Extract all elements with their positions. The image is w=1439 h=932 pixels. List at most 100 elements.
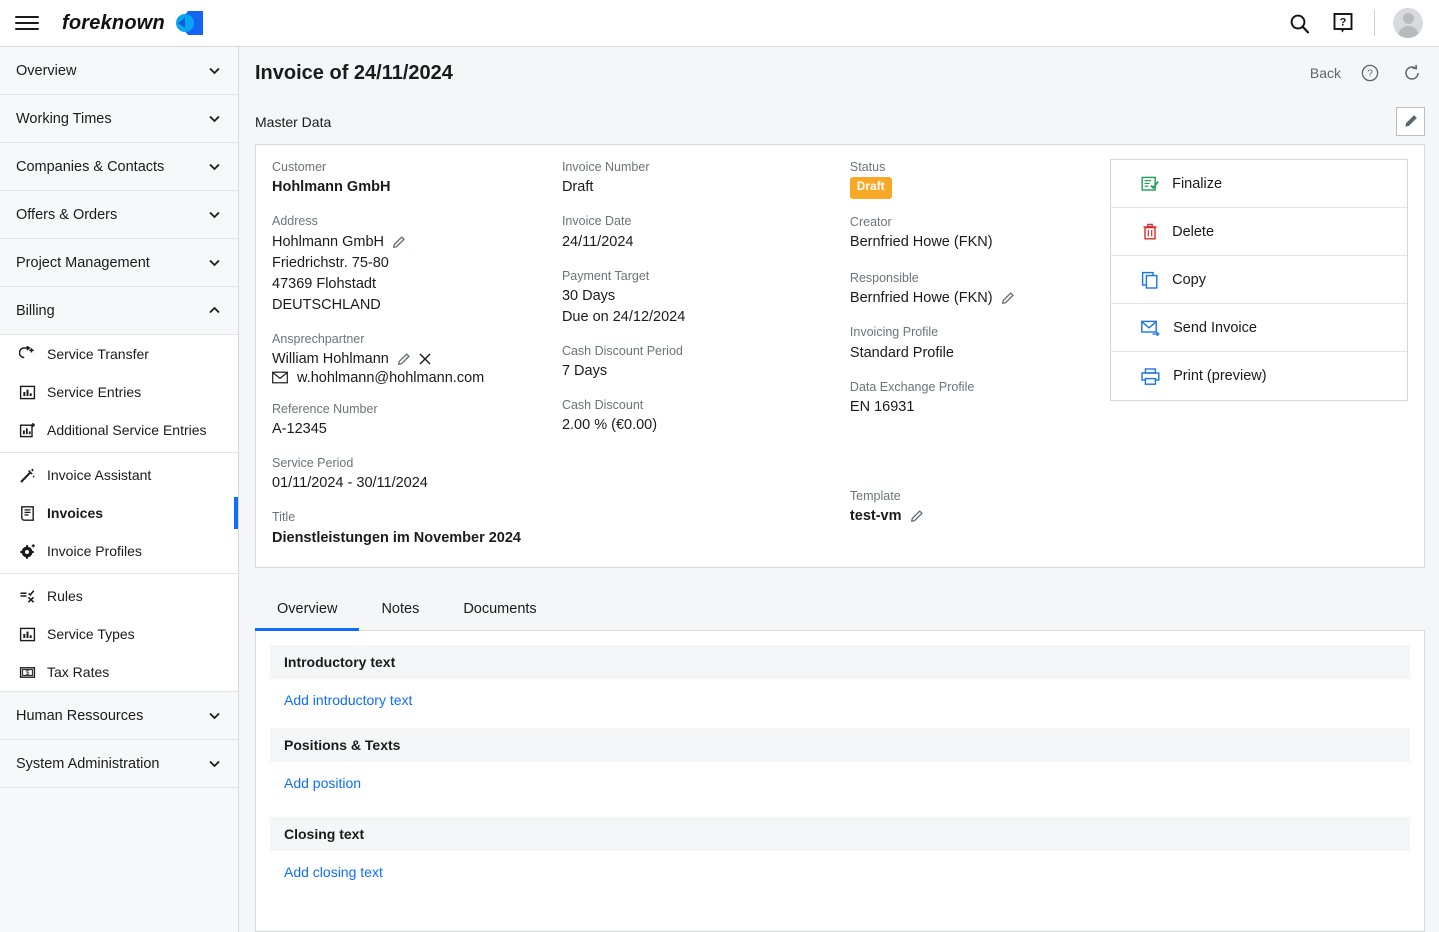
sidebar-group-overview[interactable]: Overview bbox=[0, 47, 238, 95]
mail-icon bbox=[272, 371, 288, 384]
sidebar-group-label: Human Ressources bbox=[16, 707, 144, 724]
sidebar-group-human-ressources[interactable]: Human Ressources bbox=[0, 692, 238, 740]
sidebar-group-project-management[interactable]: Project Management bbox=[0, 239, 238, 287]
help-icon[interactable]: ? bbox=[1330, 10, 1356, 36]
field-title: Title Dienstleistungen im November 2024 bbox=[272, 509, 562, 548]
sidebar-group-offers-orders[interactable]: Offers & Orders bbox=[0, 191, 238, 239]
field-template: Template test-vm bbox=[850, 488, 1110, 527]
sidebar-item-label: Additional Service Entries bbox=[47, 422, 207, 438]
brand-logo[interactable]: foreknown bbox=[62, 11, 203, 35]
chevron-down-icon bbox=[207, 708, 222, 723]
send-invoice-button[interactable]: Send Invoice bbox=[1111, 304, 1407, 352]
field-label: Title bbox=[272, 510, 296, 525]
delete-button[interactable]: Delete bbox=[1111, 208, 1407, 256]
trash-icon bbox=[1141, 223, 1159, 241]
contact-email-row[interactable]: w.hohlmann@hohlmann.com bbox=[272, 370, 562, 386]
action-label: Finalize bbox=[1172, 175, 1223, 192]
add-closing-text-link[interactable]: Add closing text bbox=[270, 851, 1410, 900]
finalize-button[interactable]: Finalize bbox=[1111, 160, 1407, 208]
avatar[interactable] bbox=[1393, 8, 1423, 38]
print-preview-button[interactable]: Print (preview) bbox=[1111, 352, 1407, 400]
sidebar-item-label: Tax Rates bbox=[47, 664, 110, 680]
field-label: Creator bbox=[849, 214, 892, 229]
sidebar-item-invoice-profiles[interactable]: Invoice Profiles bbox=[0, 532, 238, 570]
sidebar-item-rules[interactable]: Rules bbox=[0, 577, 238, 615]
edit-master-data-button[interactable] bbox=[1396, 107, 1425, 136]
sidebar-item-service-transfer[interactable]: Service Transfer bbox=[0, 335, 238, 373]
field-invoice-date: Invoice Date 24/11/2024 bbox=[562, 213, 850, 252]
template-row: test-vm bbox=[850, 506, 1110, 527]
copy-button[interactable]: Copy bbox=[1111, 256, 1407, 304]
tab-overview[interactable]: Overview bbox=[255, 590, 360, 631]
svg-text:?: ? bbox=[1367, 69, 1373, 80]
svg-text:$: $ bbox=[25, 670, 29, 677]
field-value: 30 Days bbox=[561, 287, 616, 304]
field-value: test-vm bbox=[849, 508, 902, 525]
hamburger-icon[interactable] bbox=[12, 8, 42, 38]
master-data-subheader: Master Data bbox=[239, 99, 1439, 144]
back-button[interactable]: Back bbox=[1310, 65, 1341, 81]
bar-chart-plus-icon bbox=[18, 421, 36, 439]
sidebar-item-additional-service-entries[interactable]: Additional Service Entries bbox=[0, 411, 238, 449]
sidebar-item-invoice-assistant[interactable]: Invoice Assistant bbox=[0, 456, 238, 494]
field-label: Template bbox=[849, 488, 901, 503]
tab-documents[interactable]: Documents bbox=[441, 590, 558, 631]
address-line-4: DEUTSCHLAND bbox=[272, 296, 381, 313]
main-content: Invoice of 24/11/2024 Back ? Master Data bbox=[239, 47, 1439, 932]
sidebar-group-label: Project Management bbox=[16, 254, 150, 271]
sidebar-group-working-times[interactable]: Working Times bbox=[0, 95, 238, 143]
payment-due-text: Due on 24/12/2024 bbox=[561, 308, 686, 325]
sidebar-item-tax-rates[interactable]: $ Tax Rates bbox=[0, 653, 238, 691]
add-introductory-text-link[interactable]: Add introductory text bbox=[270, 679, 1410, 728]
field-value: Standard Profile bbox=[849, 344, 954, 361]
section-label: Master Data bbox=[255, 113, 332, 130]
sidebar-item-label: Service Types bbox=[47, 626, 135, 642]
bar-chart-icon bbox=[18, 383, 36, 401]
sidebar-item-service-types[interactable]: Service Types bbox=[0, 615, 238, 653]
refresh-icon[interactable] bbox=[1399, 60, 1425, 86]
field-label: Responsible bbox=[849, 271, 919, 286]
field-value: Dienstleistungen im November 2024 bbox=[272, 529, 521, 546]
page-header: Invoice of 24/11/2024 Back ? bbox=[239, 47, 1439, 99]
edit-template-pencil-icon[interactable] bbox=[909, 509, 924, 524]
rules-icon bbox=[18, 587, 36, 605]
field-service-period: Service Period 01/11/2024 - 30/11/2024 bbox=[272, 455, 562, 494]
remove-contact-close-icon[interactable] bbox=[418, 352, 432, 366]
sidebar-group-system-administration[interactable]: System Administration bbox=[0, 740, 238, 788]
field-value: 7 Days bbox=[561, 363, 608, 380]
circle-question-icon[interactable]: ? bbox=[1357, 60, 1383, 86]
field-address: Address Hohlmann GmbH Friedrichstr. 75-8… bbox=[272, 213, 562, 315]
master-data-card: Customer Hohlmann GmbH Address Hohlmann … bbox=[255, 144, 1425, 568]
edit-address-pencil-icon[interactable] bbox=[391, 235, 406, 250]
sidebar-item-service-entries[interactable]: Service Entries bbox=[0, 373, 238, 411]
introductory-text-heading: Introductory text bbox=[270, 644, 1410, 679]
chevron-up-icon bbox=[207, 303, 222, 318]
overview-panel: Introductory text Add introductory text … bbox=[255, 630, 1425, 932]
master-data-column-3: Status Draft Creator Bernfried Howe (FKN… bbox=[849, 159, 1110, 549]
field-value: 2.00 % (€0.00) bbox=[561, 417, 658, 434]
add-position-link[interactable]: Add position bbox=[270, 762, 1410, 811]
sidebar-group-billing[interactable]: Billing bbox=[0, 287, 238, 335]
field-cash-discount: Cash Discount 2.00 % (€0.00) bbox=[562, 397, 850, 436]
field-invoicing-profile: Invoicing Profile Standard Profile bbox=[850, 324, 1110, 363]
field-value: Hohlmann GmbH bbox=[272, 233, 385, 250]
chevron-down-icon bbox=[207, 255, 222, 270]
page-title: Invoice of 24/11/2024 bbox=[255, 61, 453, 84]
field-label: Customer bbox=[272, 160, 327, 174]
field-status: Status Draft bbox=[849, 159, 1110, 199]
edit-contact-pencil-icon[interactable] bbox=[396, 352, 411, 367]
sidebar-subnav-billing: Service Transfer Service Entries Additio… bbox=[0, 335, 238, 692]
sidebar-item-invoices[interactable]: Invoices bbox=[0, 494, 238, 532]
field-value: Bernfried Howe (FKN) bbox=[849, 290, 993, 307]
positions-texts-heading: Positions & Texts bbox=[270, 727, 1410, 762]
sidebar-item-label: Invoices bbox=[47, 505, 104, 521]
sidebar-group-companies-contacts[interactable]: Companies & Contacts bbox=[0, 143, 238, 191]
sidebar-item-label: Service Entries bbox=[47, 384, 142, 400]
brand-mark-icon bbox=[172, 11, 203, 35]
edit-responsible-pencil-icon[interactable] bbox=[1000, 291, 1015, 306]
search-icon[interactable] bbox=[1286, 10, 1312, 36]
tab-notes[interactable]: Notes bbox=[359, 590, 441, 631]
action-label: Send Invoice bbox=[1173, 319, 1257, 336]
field-label: Ansprechpartner bbox=[272, 331, 365, 346]
invoice-icon bbox=[18, 504, 36, 522]
